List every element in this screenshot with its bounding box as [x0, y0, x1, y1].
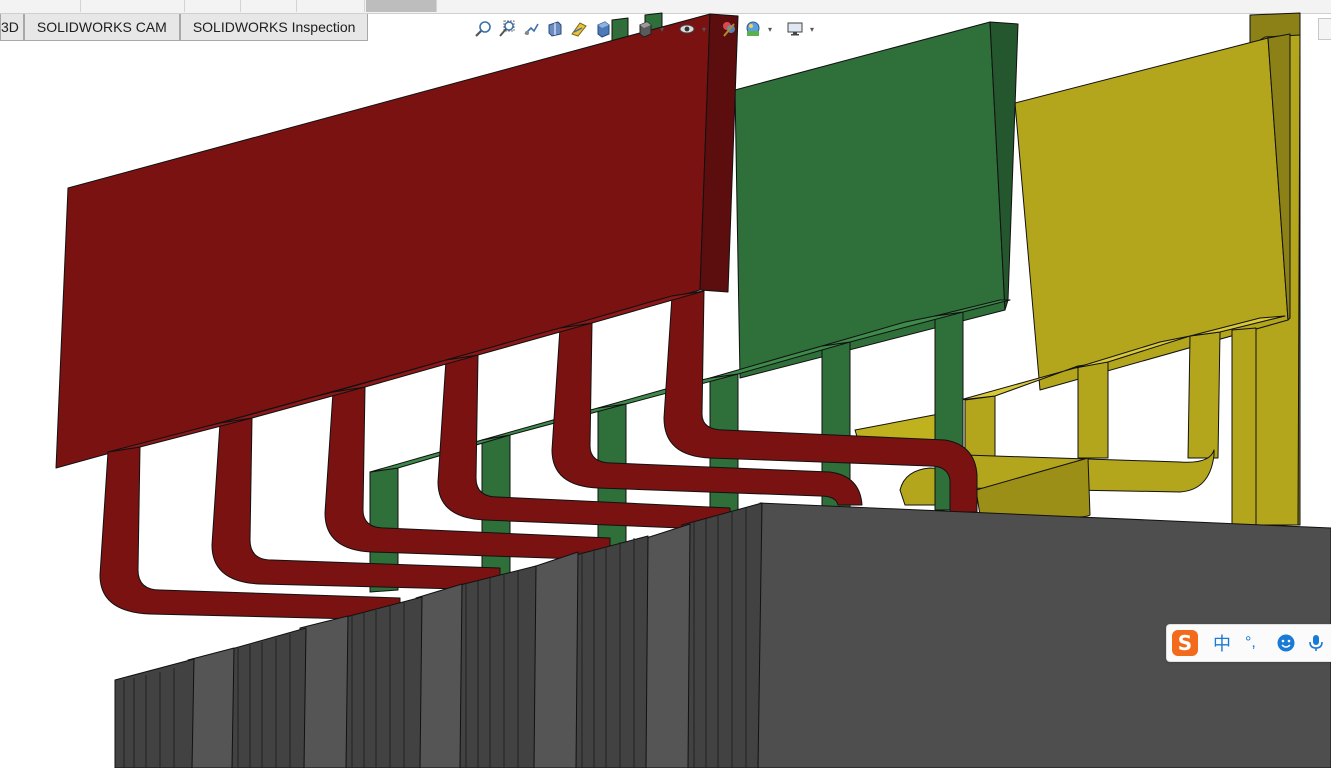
svg-text:S: S [1178, 631, 1192, 655]
graphics-area[interactable] [0, 0, 1331, 768]
hide-show-items-icon[interactable] [676, 18, 698, 40]
gray-stack [114, 502, 1331, 768]
chevron-down-icon[interactable]: ▾ [766, 25, 774, 34]
microphone-icon[interactable] [1305, 632, 1327, 654]
ime-punctuation-toggle[interactable]: °, [1245, 634, 1267, 652]
dynamic-annotation-icon[interactable] [568, 18, 590, 40]
view-orientation-icon[interactable] [592, 18, 614, 40]
apply-scene-icon[interactable] [742, 18, 764, 40]
view-settings-icon[interactable] [784, 18, 806, 40]
tab-solidworks-cam[interactable]: SOLIDWORKS CAM [23, 14, 180, 41]
ime-language-toggle[interactable]: 中 [1213, 630, 1235, 656]
command-manager-tabs: 3D SOLIDWORKS CAM SOLIDWORKS Inspection [0, 14, 369, 42]
emoji-icon[interactable] [1275, 632, 1297, 654]
section-view-icon[interactable] [544, 18, 566, 40]
chevron-down-icon[interactable]: ▾ [808, 25, 816, 34]
edit-appearance-icon[interactable] [718, 18, 740, 40]
sogou-logo-icon[interactable]: S [1167, 625, 1203, 661]
ime-toolbar[interactable]: S 中 °, [1166, 624, 1331, 662]
zoom-to-area-icon[interactable] [496, 18, 518, 40]
tab-solidworks-inspection[interactable]: SOLIDWORKS Inspection [179, 14, 369, 41]
chevron-down-icon[interactable]: ▾ [658, 25, 666, 34]
tab-3d[interactable]: 3D [0, 14, 24, 41]
chevron-down-icon[interactable]: ▾ [616, 25, 624, 34]
heads-up-view-toolbar: ▾ ▾ ▾ ▾ ▾ [472, 16, 816, 42]
previous-view-icon[interactable] [520, 18, 542, 40]
task-pane-toggle-button[interactable] [1318, 18, 1331, 40]
zoom-to-fit-icon[interactable] [472, 18, 494, 40]
display-style-icon[interactable] [634, 18, 656, 40]
chevron-down-icon[interactable]: ▾ [700, 25, 708, 34]
